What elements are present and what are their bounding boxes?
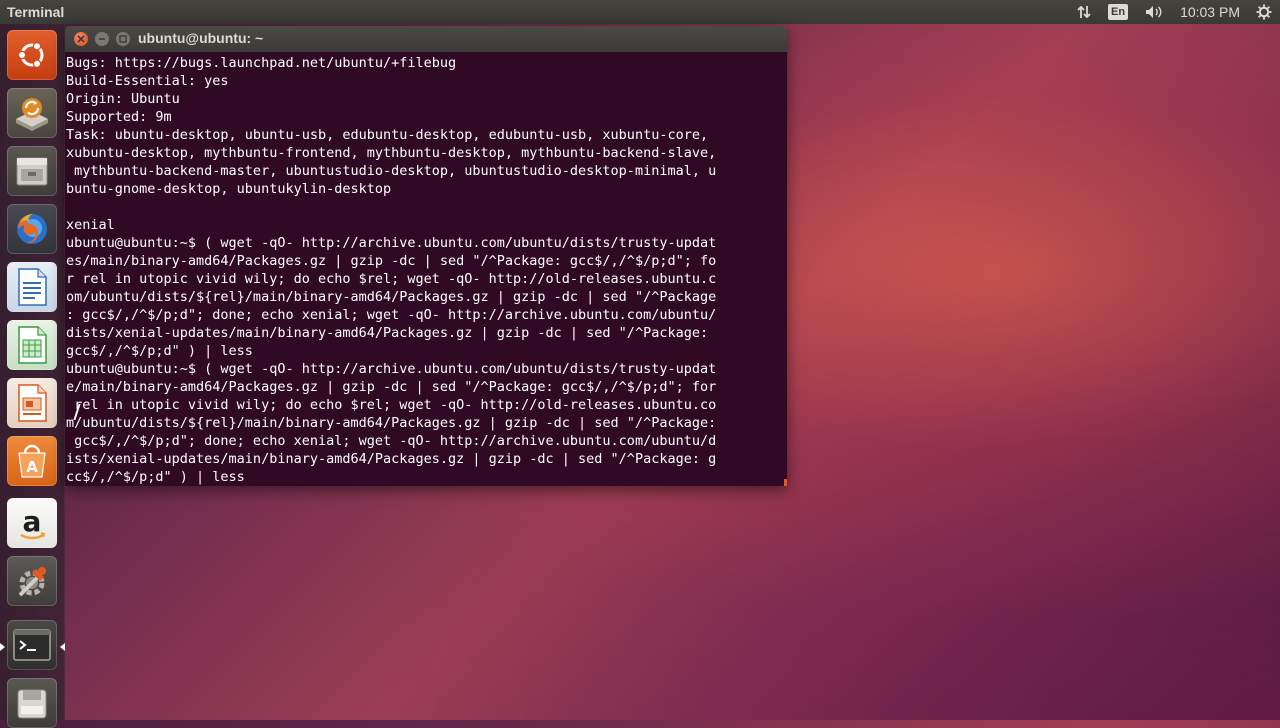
firefox-icon[interactable]: [7, 204, 57, 254]
volume-icon[interactable]: [1136, 0, 1172, 24]
amazon-icon[interactable]: a: [7, 498, 57, 548]
terminal-line: ubuntu@ubuntu:~$ ( wget -qO- http://arch…: [66, 361, 717, 377]
window-title: ubuntu@ubuntu: ~: [138, 30, 264, 46]
terminal-line: m/ubuntu/dists/${rel}/main/binary-amd64/…: [66, 415, 717, 431]
ubuntu-software-center-icon[interactable]: A: [7, 436, 57, 486]
terminal-line: ubuntu@ubuntu:~$ ( wget -qO- http://arch…: [66, 235, 717, 251]
launcher-focused-indicator: [60, 643, 65, 651]
ubuntu-dash-icon[interactable]: [7, 30, 57, 80]
close-icon: [77, 35, 85, 43]
terminal-line: gcc$/,/^$/p;d" ) | less: [66, 343, 253, 359]
terminal-line: rel in utopic vivid wily; do echo $rel; …: [66, 397, 717, 413]
terminal-line: Origin: Ubuntu: [66, 91, 180, 107]
clock[interactable]: 10:03 PM: [1172, 0, 1248, 24]
terminal-icon[interactable]: [7, 620, 57, 670]
terminal-line: r rel in utopic vivid wily; do echo $rel…: [66, 271, 717, 287]
text-cursor: [784, 479, 787, 486]
terminal-line: e/main/binary-amd64/Packages.gz | gzip -…: [66, 379, 717, 395]
terminal-line: ists/xenial-updates/main/binary-amd64/Pa…: [66, 451, 717, 467]
keyboard-layout-icon[interactable]: En: [1100, 0, 1136, 24]
libreoffice-writer-icon[interactable]: [7, 262, 57, 312]
keyboard-layout-label: En: [1108, 4, 1129, 20]
terminal-line: buntu-gnome-desktop, ubuntukylin-desktop: [66, 181, 392, 197]
software-updater-icon[interactable]: [7, 88, 57, 138]
minimize-button[interactable]: [95, 32, 109, 46]
indicator-area: En 10:03 PM: [1068, 0, 1280, 24]
disk-icon[interactable]: [7, 678, 57, 728]
launcher: A a: [0, 24, 65, 728]
svg-text:a: a: [23, 505, 42, 538]
terminal-window[interactable]: ubuntu@ubuntu: ~ Bugs: https://bugs.laun…: [65, 26, 787, 486]
window-titlebar[interactable]: ubuntu@ubuntu: ~: [65, 26, 787, 52]
terminal-text: Bugs: https://bugs.launchpad.net/ubuntu/…: [65, 52, 787, 486]
close-button[interactable]: [74, 32, 88, 46]
maximize-button[interactable]: [116, 32, 130, 46]
top-panel: Terminal En 10:03 PM: [0, 0, 1280, 24]
terminal-line: cc$/,/^$/p;d" ) | less: [66, 469, 245, 485]
terminal-line: Supported: 9m: [66, 109, 172, 125]
system-gear-icon[interactable]: [1248, 0, 1280, 24]
system-settings-icon[interactable]: [7, 556, 57, 606]
terminal-line: gcc$/,/^$/p;d"; done; echo xenial; wget …: [66, 433, 717, 449]
terminal-line: Bugs: https://bugs.launchpad.net/ubuntu/…: [66, 55, 457, 71]
terminal-line: es/main/binary-amd64/Packages.gz | gzip …: [66, 253, 717, 269]
terminal-line: xenial: [66, 217, 115, 233]
libreoffice-impress-icon[interactable]: [7, 378, 57, 428]
terminal-line: mythbuntu-backend-master, ubuntustudio-d…: [66, 163, 717, 179]
maximize-icon: [119, 35, 127, 43]
terminal-line: dists/xenial-updates/main/binary-amd64/P…: [66, 325, 709, 341]
minimize-icon: [99, 38, 105, 40]
files-icon[interactable]: [7, 146, 57, 196]
active-app-title: Terminal: [7, 4, 65, 20]
terminal-line: : gcc$/,/^$/p;d"; done; echo xenial; wge…: [66, 307, 717, 323]
terminal-line: om/ubuntu/dists/${rel}/main/binary-amd64…: [66, 289, 717, 305]
terminal-line: Task: ubuntu-desktop, ubuntu-usb, edubun…: [66, 127, 709, 143]
terminal-line: Build-Essential: yes: [66, 73, 229, 89]
network-arrows-icon[interactable]: [1068, 0, 1100, 24]
terminal-line: xubuntu-desktop, mythbuntu-frontend, myt…: [66, 145, 717, 161]
launcher-running-indicator: [0, 643, 5, 651]
terminal-output[interactable]: Bugs: https://bugs.launchpad.net/ubuntu/…: [65, 52, 787, 486]
svg-text:A: A: [26, 458, 38, 476]
libreoffice-calc-icon[interactable]: [7, 320, 57, 370]
